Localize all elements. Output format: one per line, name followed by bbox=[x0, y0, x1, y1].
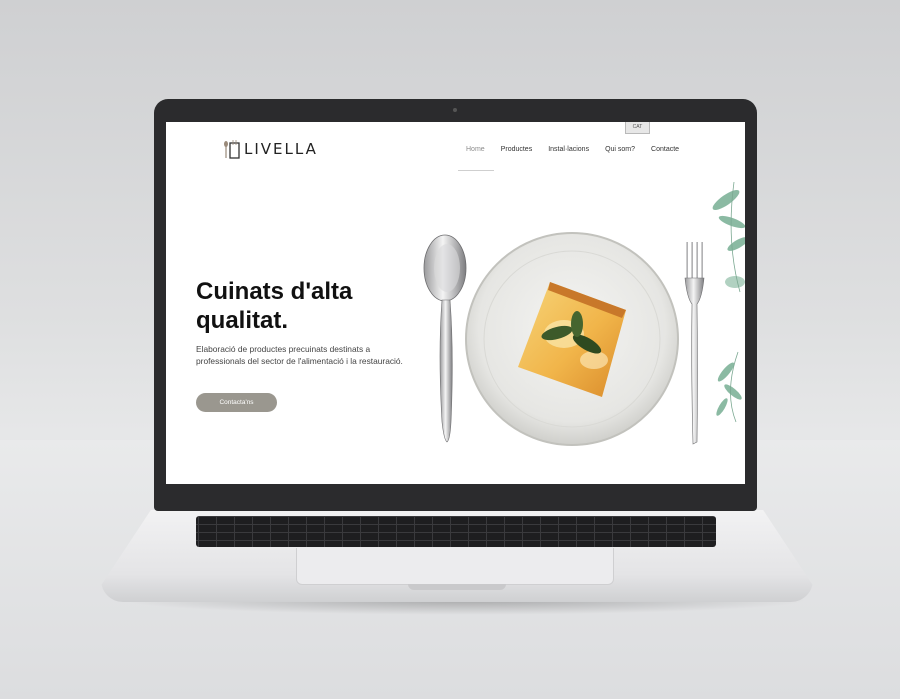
webcam bbox=[453, 108, 457, 112]
hero-description: Elaboració de productes precuinats desti… bbox=[196, 344, 403, 366]
trackpad bbox=[296, 548, 614, 585]
laptop-lid: LIVELLA CAT Home Productes Instal·lacion… bbox=[154, 99, 757, 511]
spoon-image bbox=[423, 234, 467, 443]
website-screen: LIVELLA CAT Home Productes Instal·lacion… bbox=[166, 122, 745, 484]
keyboard bbox=[196, 516, 716, 547]
leaves-image bbox=[712, 181, 745, 423]
contact-button[interactable]: Contacta'ns bbox=[196, 393, 277, 412]
plate-image bbox=[465, 232, 679, 446]
hero-title: Cuinats d'alta qualitat. bbox=[196, 278, 353, 334]
laptop-lip bbox=[408, 584, 506, 590]
fork-image bbox=[684, 242, 705, 445]
